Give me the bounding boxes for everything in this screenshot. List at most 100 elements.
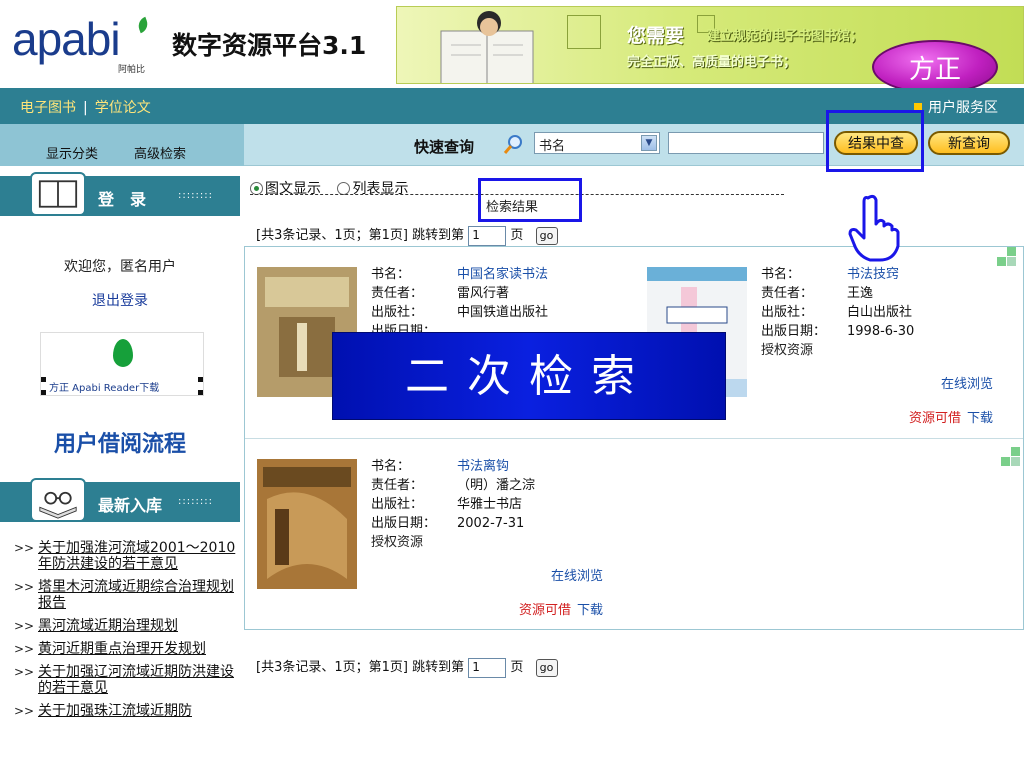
book-cover[interactable] [257,459,357,589]
available-status: 资源可借 [908,411,961,426]
availability: 资源可借 下载 [519,599,603,618]
nav-item-ebooks[interactable]: 电子图书 [20,100,76,116]
logo-text: apabi [12,13,121,65]
reading-person-icon [440,11,534,83]
header: apabi 阿帕比 数字资源平台3.1 您需要 建立规范的电子书图书馆； 完全正… [0,0,1024,94]
chevron-down-icon[interactable]: ▼ [641,135,657,151]
reader-download-label: 方正 Apabi Reader下载 [49,383,160,394]
login-header: 登 录 :::::::: [0,172,240,216]
search-field-select[interactable]: 书名 ▼ [534,132,660,154]
banner-main-text: 您需要 [627,25,685,47]
flag-icon [997,247,1017,267]
page-input[interactable]: 1 [468,657,507,678]
glasses-book-icon [30,478,86,522]
book-author: （明）潘之淙 [457,478,536,493]
header-dots: :::::::: [178,496,213,507]
news-item[interactable]: 关于加强辽河流域近期防洪建设的若干意见 [0,664,242,696]
new-arrivals-title: 最新入库 [98,496,163,515]
login-title: 登 录 [98,190,147,209]
result-row: 书名： 书法离钩 责任者： （明）潘之淙 出版社： 华雅士书店 出版日期： 2002-7… [245,439,1023,631]
go-button[interactable]: go [535,226,558,245]
book-icon [30,172,86,216]
pager-text: [共3条记录、1页；第1页] 跳转到第 [256,228,465,243]
page-input[interactable]: 1 [468,225,507,246]
page-suffix: 页 [510,228,524,243]
news-item[interactable]: 塔里木河流域近期综合治理规划报告 [0,579,242,611]
new-query-button[interactable]: 新查询 [928,131,1010,155]
highlight-box [826,110,924,172]
corner-marker [41,390,46,395]
new-arrivals-header: 最新入库 :::::::: [0,478,240,522]
banner-line2: 完全正版、高质量的电子书； [627,55,797,70]
flag-icon [1001,447,1021,467]
tab-show-categories[interactable]: 显示分类 [46,143,98,162]
download-link[interactable]: 下载 [967,411,993,426]
nav-item-theses[interactable]: 学位论文 [95,100,151,116]
results-highlight-box [478,178,582,222]
online-browse-link[interactable]: 在线浏览 [941,373,993,392]
book-rights: 授权资源 [371,535,424,550]
platform-title: 数字资源平台3.1 [172,31,367,60]
logout-link[interactable]: 退出登录 [0,290,240,310]
founder-badge: 方正 [872,40,998,94]
search-icon [503,135,522,154]
book-author: 王逸 [847,286,874,301]
pointing-hand-icon [848,194,900,262]
news-item[interactable]: 黑河流域近期治理规划 [0,618,242,634]
book-publisher: 中国铁道出版社 [457,305,549,320]
search-input[interactable] [668,132,824,154]
view-toggle: 图文显示 列表显示 [250,178,408,198]
main-content: 图文显示 列表显示 检索结果 [共3条记录、1页；第1页] 跳转到第 1 页 g… [244,166,1024,768]
available-status: 资源可借 [518,603,571,618]
book-meta: 书名： 书法离钩 责任者： （明）潘之淙 出版社： 华雅士书店 出版日期： 2002-7… [371,459,536,550]
online-browse-link[interactable]: 在线浏览 [551,565,603,584]
tab-advanced-search[interactable]: 高级检索 [134,143,186,162]
apabi-reader-icon [113,339,133,367]
book-meta: 书名：中国名家读书法 责任者：雷风行著 出版社：中国铁道出版社 出版日期： [371,267,549,339]
book-date: 1998-6-30 [847,324,915,339]
reader-download-box[interactable]: 方正 Apabi Reader下载 [40,332,204,396]
news-item[interactable]: 黄河近期重点治理开发规划 [0,641,242,657]
corner-marker [41,377,46,382]
side-tabs: 显示分类 高级检索 [0,124,244,166]
banner-frame [567,15,601,49]
user-service-label: 用户服务区 [928,100,998,116]
news-item[interactable]: 关于加强淮河流域2001～2010年防洪建设的若干意见 [0,540,242,572]
book-author: 雷风行著 [457,286,510,301]
pager-top: [共3条记录、1页；第1页] 跳转到第 1 页 go [256,224,558,246]
banner-line1: 建立规范的电子书图书馆； [707,29,864,44]
book-publisher: 华雅士书店 [457,497,523,512]
news-list: 关于加强淮河流域2001～2010年防洪建设的若干意见 塔里木河流域近期综合治理… [0,540,242,768]
book-publisher: 白山出版社 [847,305,913,320]
book-meta: 书名： 书法技窍 责任者： 王逸 出版社： 白山出版社 出版日期： 1998-6-30 … [761,267,915,358]
nav-user-service[interactable]: 用户服务区 [914,97,998,117]
book-rights: 授权资源 [761,343,814,358]
download-link[interactable]: 下载 [577,603,603,618]
book-card: 书名： 书法离钩 责任者： （明）潘之淙 出版社： 华雅士书店 出版日期： 2002-7… [245,439,625,619]
availability: 资源可借 下载 [909,407,993,426]
sidebar: 登 录 :::::::: 欢迎您，匿名用户 退出登录 方正 Apabi Read… [0,166,242,768]
apabi-logo[interactable]: apabi 阿帕比 [12,13,162,75]
logo-subtext: 阿帕比 [118,65,146,75]
results-panel: 书名：中国名家读书法 责任者：雷风行著 出版社：中国铁道出版社 出版日期： 书名… [244,246,1024,630]
book-date: 2002-7-31 [457,516,525,531]
corner-marker [198,390,203,395]
book-title-link[interactable]: 书法离钩 [457,459,509,474]
corner-marker [198,377,203,382]
nav-separator: | [83,100,88,116]
leaf-icon [135,16,151,34]
header-dots: :::::::: [178,190,213,201]
pager-text: [共3条记录、1页；第1页] 跳转到第 [256,660,465,675]
pager-bottom: [共3条记录、1页；第1页] 跳转到第 1 页 go [256,656,558,678]
nav-left: 电子图书 | 学位论文 [20,97,151,117]
quick-search-label: 快速查询 [414,138,475,156]
search-field-value: 书名 [539,139,566,154]
go-button[interactable]: go [535,658,558,677]
welcome-text: 欢迎您，匿名用户 [64,259,176,275]
borrow-flow-link[interactable]: 用户借阅流程 [0,426,240,458]
news-item[interactable]: 关于加强珠江流域近期防 [0,703,242,719]
book-title-link[interactable]: 中国名家读书法 [457,267,548,282]
secondary-search-overlay: 二次检索 [332,332,726,420]
book-title-link[interactable]: 书法技窍 [847,267,899,282]
page-suffix: 页 [510,660,524,675]
